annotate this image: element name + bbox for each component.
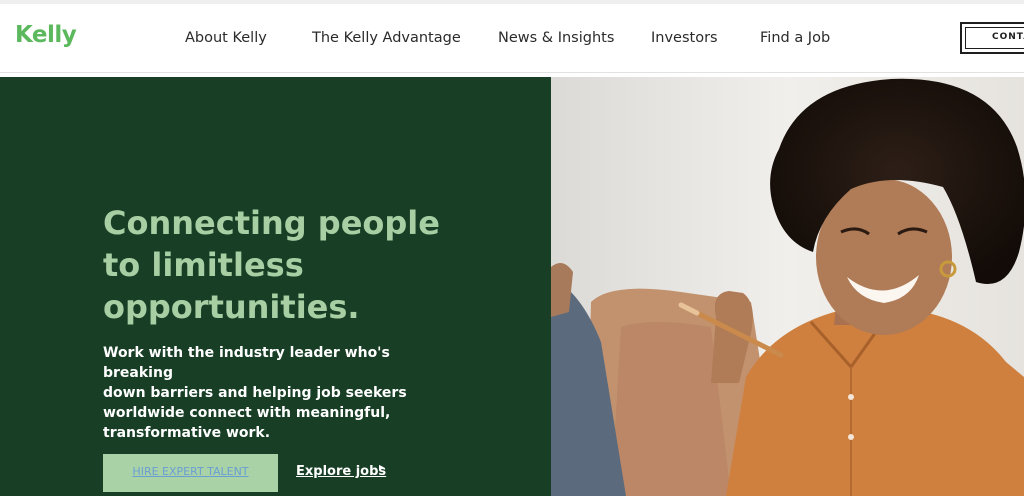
hire-expert-talent-button[interactable]: HIRE EXPERT TALENT — [103, 454, 278, 492]
chevron-right-icon: ▸ — [379, 462, 385, 473]
nav-find-a-job[interactable]: Find a Job — [760, 30, 830, 46]
contact-button-label: CONTA — [992, 32, 1024, 42]
site-header: Kelly About Kelly The Kelly Advantage Ne… — [0, 4, 1024, 73]
hero-subcopy-line: down barriers and helping job seekers — [103, 385, 407, 401]
hero-photo — [551, 77, 1024, 496]
kelly-logo[interactable]: Kelly — [15, 22, 77, 48]
hero-subcopy-line: Work with the industry leader who's brea… — [103, 345, 390, 381]
hero-photo-illustration — [551, 77, 1024, 496]
hero-subcopy: Work with the industry leader who's brea… — [103, 343, 443, 443]
nav-investors[interactable]: Investors — [651, 30, 718, 46]
hero-panel: Connecting people to limitless opportuni… — [0, 77, 551, 496]
nav-news-insights[interactable]: News & Insights — [498, 30, 614, 46]
hero-headline: Connecting people to limitless opportuni… — [103, 202, 543, 328]
nav-kelly-advantage[interactable]: The Kelly Advantage — [312, 30, 461, 46]
explore-jobs-link[interactable]: Explore jobs — [296, 464, 386, 479]
hero-headline-line: Connecting people — [103, 204, 440, 242]
hero-subcopy-line: transformative work. — [103, 425, 271, 441]
hero-headline-line: to limitless — [103, 246, 304, 284]
contact-button[interactable]: CONTA — [960, 22, 1024, 54]
hero-headline-line: opportunities. — [103, 288, 360, 326]
nav-about-kelly[interactable]: About Kelly — [185, 30, 267, 46]
hero-subcopy-line: worldwide connect with meaningful, — [103, 405, 391, 421]
hire-expert-talent-label: HIRE EXPERT TALENT — [132, 465, 249, 478]
